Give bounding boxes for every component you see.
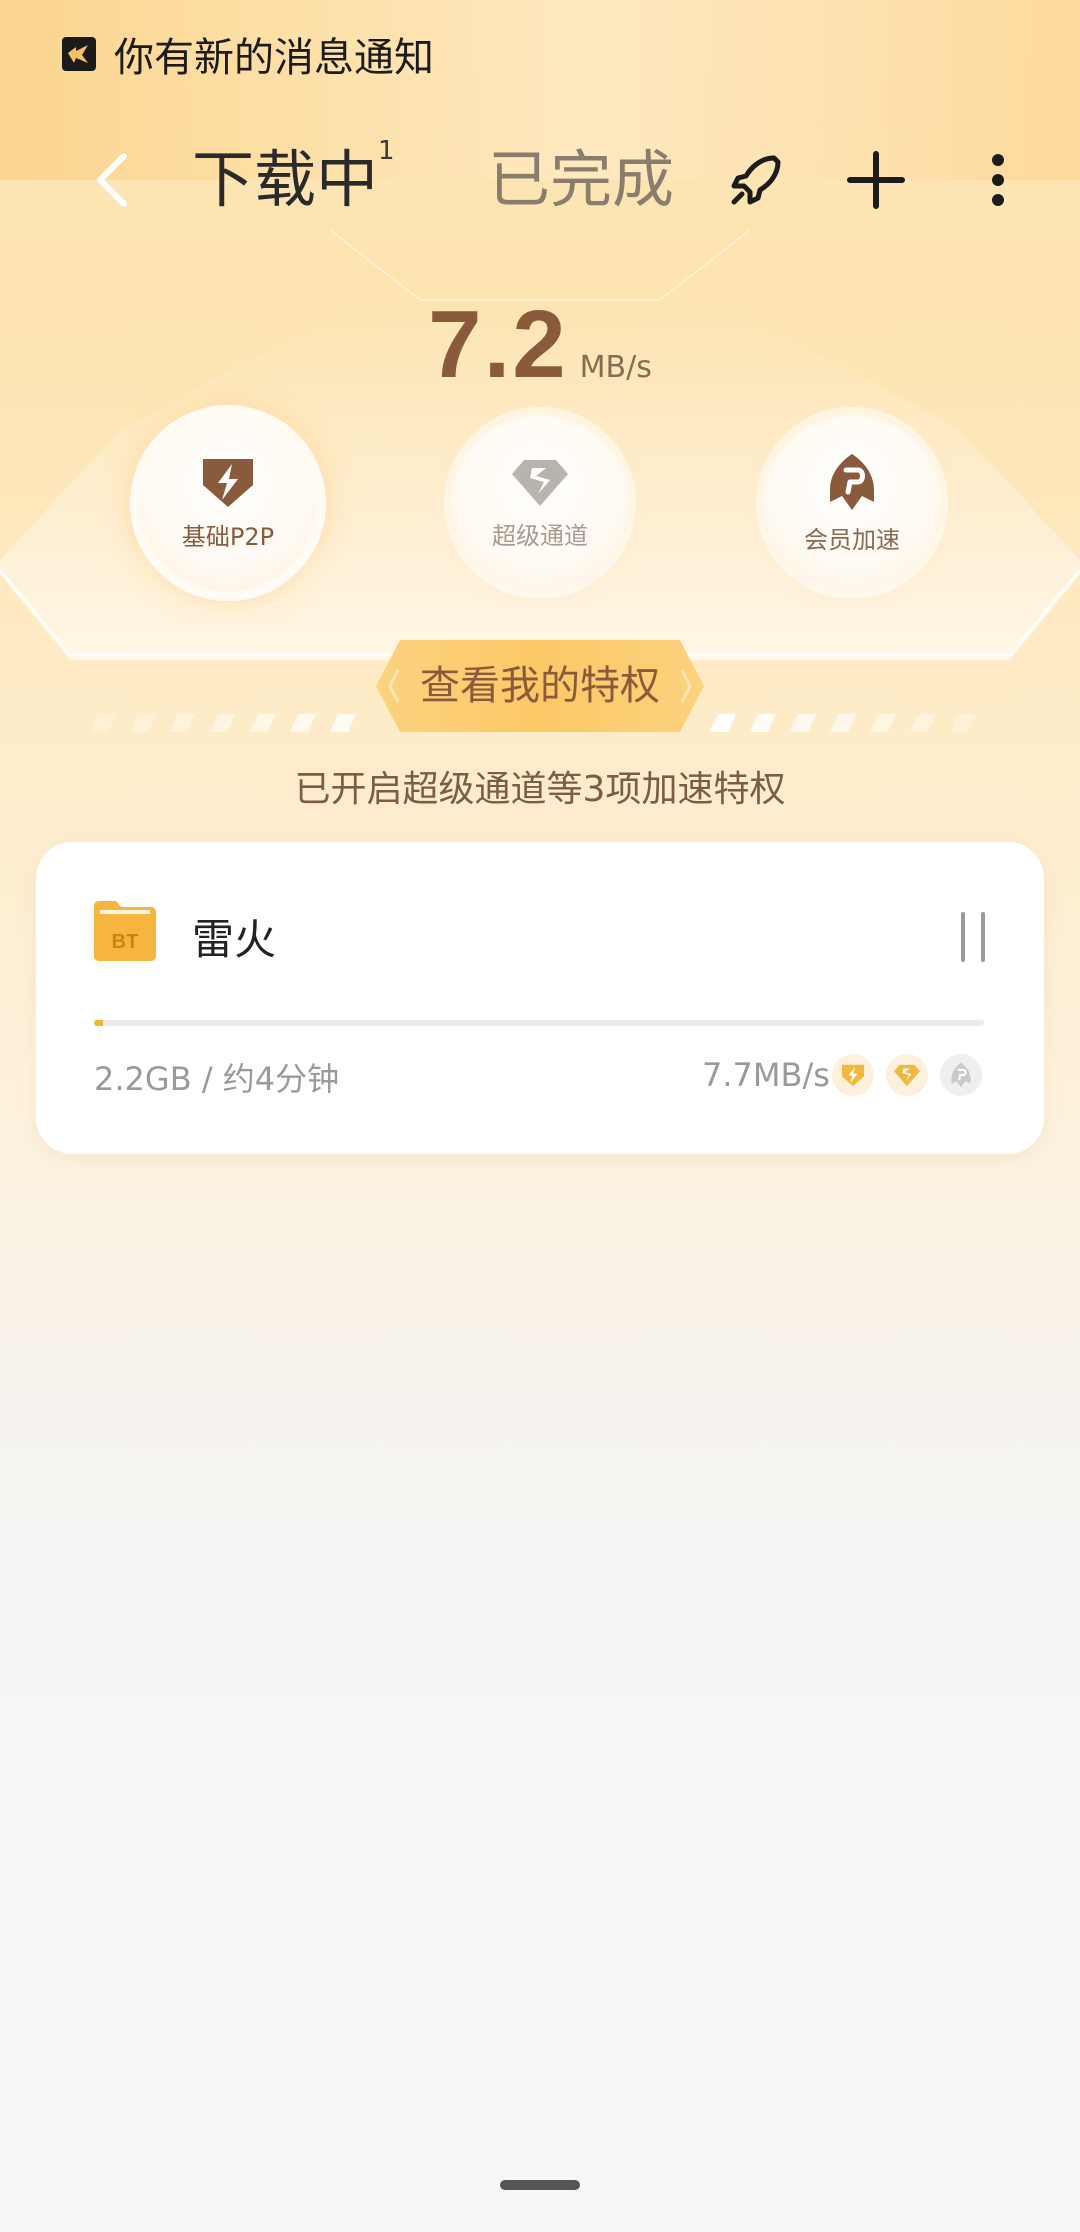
privilege-button-label: 查看我的特权: [420, 663, 660, 709]
task-progress-bar: [94, 1020, 984, 1026]
task-size-eta: 2.2GB / 约4分钟: [94, 1060, 340, 1098]
pause-icon: [961, 912, 985, 962]
task-speed: 7.7MB/s: [702, 1056, 830, 1094]
download-task-card[interactable]: BT 雷火 2.2GB / 约4分钟 7.7MB/s: [36, 842, 1044, 1154]
accelerator-label: 超级通道: [492, 521, 588, 550]
vip-boost-inactive-icon: [940, 1054, 982, 1096]
accelerator-super-channel[interactable]: 超级通道: [452, 415, 628, 591]
add-task-button[interactable]: [846, 150, 906, 210]
top-navigation: 下载中 1 已完成: [0, 120, 1080, 240]
current-speed: 7.2 MB/s: [0, 290, 1080, 400]
pause-button[interactable]: [958, 912, 988, 962]
status-bar: 你有新的消息通知: [62, 26, 434, 82]
lightning-shield-icon: [203, 458, 253, 507]
accelerator-vip-boost[interactable]: 会员加速: [764, 415, 940, 591]
speed-unit: MB/s: [579, 350, 652, 385]
speed-value: 7.2: [428, 291, 568, 398]
notification-text[interactable]: 你有新的消息通知: [114, 25, 434, 83]
more-vertical-icon: [992, 154, 1004, 206]
task-progress-fill: [94, 1020, 103, 1026]
decorative-stripes-right: [710, 714, 976, 732]
task-file-name: 雷火: [192, 915, 277, 964]
tab-downloading[interactable]: 下载中: [192, 140, 378, 220]
view-privileges-button[interactable]: 查看我的特权: [376, 640, 704, 732]
plus-icon: [847, 151, 905, 209]
accelerator-basic-p2p[interactable]: 基础P2P: [140, 415, 316, 591]
back-button[interactable]: [88, 150, 138, 210]
back-arrow-icon: [97, 153, 127, 207]
bt-folder-icon: BT: [94, 900, 156, 962]
downloading-count-badge: 1: [378, 136, 395, 166]
tab-completed[interactable]: 已完成: [488, 140, 674, 220]
svg-text:BT: BT: [112, 931, 139, 953]
app-notification-icon: [62, 37, 96, 71]
decorative-stripes-left: [90, 714, 356, 732]
privilege-summary: 已开启超级通道等3项加速特权: [294, 769, 786, 810]
rocket-icon: [731, 155, 781, 205]
home-indicator[interactable]: [500, 2180, 580, 2190]
speed-boost-button[interactable]: [726, 150, 786, 210]
accelerator-label: 基础P2P: [181, 522, 275, 551]
accelerator-label: 会员加速: [804, 525, 900, 554]
diamond-icon: [512, 459, 568, 506]
p2p-active-icon: [832, 1054, 874, 1096]
super-channel-active-icon: [886, 1054, 928, 1096]
more-options-button[interactable]: [968, 150, 1028, 210]
vip-rocket-icon: [830, 453, 874, 510]
